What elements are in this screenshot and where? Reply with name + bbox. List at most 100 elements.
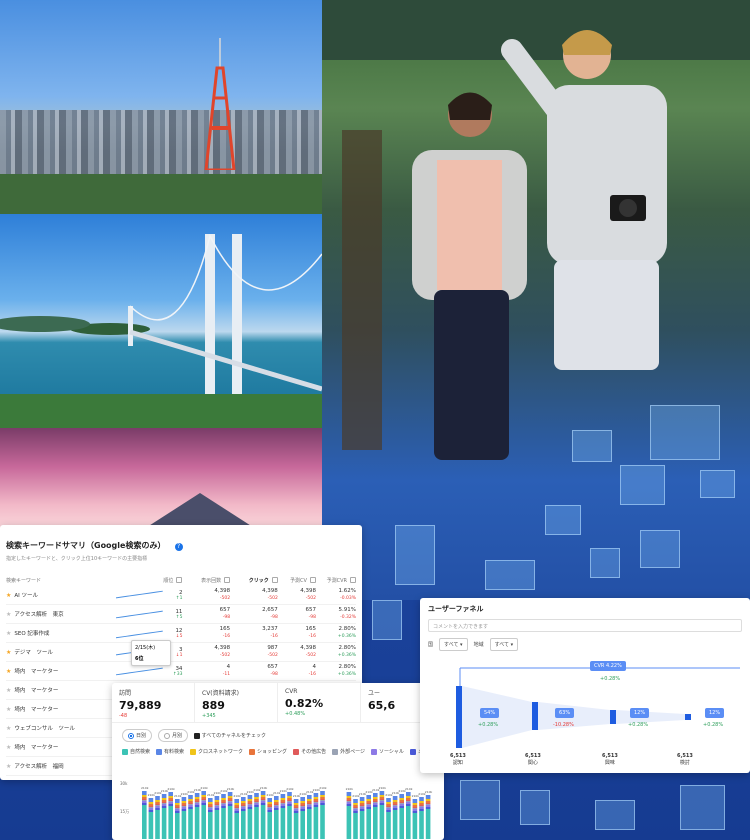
monthly-toggle[interactable]: 月別 [158,729,189,742]
star-icon[interactable]: ★ [6,611,11,618]
metric-card[interactable]: CV(資料請求) 889 +345 [195,683,278,722]
stacked-bar: 210k [240,792,248,839]
col-rank[interactable]: 順位 [149,577,183,584]
keyword-cell: ★ ウェブコンサル ツール [6,724,75,733]
suspension-bridge-photo [0,214,322,428]
stacked-bar: 210k [418,792,426,839]
star-icon[interactable]: ★ [6,725,11,732]
metric-card[interactable]: 訪問 79,889 -48 [112,683,195,722]
stacked-bar: 210k [299,792,307,839]
cvr-cell: 2.80% +0.36% [337,626,356,639]
rank-cell: 2 ↑1 [175,589,183,601]
stacked-bar: 210k [207,793,215,839]
stacked-bar: 210k [266,793,274,839]
keyword-row[interactable]: ★ 埼内 マーケター 34 ↑33 4 -11 657 -98 4 -16 2.80% +0.36% [6,662,356,681]
cvr-cell: 1.62% -0.03% [338,588,356,601]
mosaic-tile [520,790,550,825]
help-icon[interactable]: ? [174,543,183,551]
tower-illustration [204,38,236,170]
keyword-row[interactable]: ★ アクセス解析 東京 11 ↑5 657 -98 2,657 -98 657 -98 5.91% -… [6,605,356,624]
stacked-bar: 210k [392,791,400,839]
impressions-cell: 4,398 -502 [214,645,231,658]
channel-checkbox[interactable]: ショッピング [249,748,287,755]
star-icon[interactable]: ★ [6,706,11,713]
check-all-channels[interactable]: すべてのチャネルをチェック [194,732,266,739]
stacked-bar: 210k [398,789,406,839]
star-icon[interactable]: ★ [6,763,11,770]
cv-cell: 657 -98 [305,607,316,620]
bar-label: 210k [405,787,413,791]
rank-sparkline [115,630,163,639]
daily-toggle[interactable]: 日別 [122,729,153,742]
channel-checkbox[interactable]: クロスネットワーク [190,748,243,755]
star-icon[interactable]: ★ [6,649,11,656]
country-filter-label: 国 [428,642,434,648]
mosaic-tile [460,780,500,820]
col-keyword: 検索キーワード [6,577,42,584]
rank-sparkline [115,667,163,676]
keyword-table-header: 検索キーワード 順位 表示回数 クリック 予測CV 予測CVR [6,574,356,586]
keyword-cell: ★ 埼内 マーケター [6,667,59,676]
col-predicted-cv[interactable]: 予測CV [278,577,316,584]
keyword-row[interactable]: ★ AI ツール 2 ↑1 4,398 -502 4,398 -502 4,398 -502 1.6… [6,586,356,605]
col-impressions[interactable]: 表示回数 [182,577,231,584]
star-icon[interactable]: ★ [6,668,11,675]
tooltip-rank: 6位 [135,656,144,662]
step-rate-badge: 63% [555,708,575,718]
keyword-row[interactable]: ★ SEO 記事作成 12 ↓5 165 -16 3,237 -16 165 -16 2.80% +0… [6,624,356,643]
metrics-panel: 訪問 79,889 -48 CV(資料請求) 889 +345 CVR 0.82% +0.48%… [112,683,444,840]
channel-checkbox[interactable]: 外部ページ [332,748,365,755]
col-clicks[interactable]: クリック [230,577,278,584]
country-select[interactable]: すべて ▾ [439,638,468,651]
cvr-delta: +0.28% [600,676,621,682]
mosaic-tile [545,505,581,535]
rank-sparkline [115,610,163,619]
star-icon[interactable]: ★ [6,744,11,751]
mosaic-tile [595,800,635,830]
channel-checkbox[interactable]: 自然検索 [122,748,150,755]
funnel-stage-label: 6,513 興味 [602,753,618,766]
stacked-bar: 210k [313,788,320,839]
stacked-bar: 210k [425,790,433,839]
col-predicted-cvr[interactable]: 予測CVR [316,577,356,584]
stacked-bar: 210k [365,790,373,839]
rank-cell: 12 ↓5 [175,627,183,639]
comment-input[interactable]: コメントを入力できます [428,619,742,632]
star-icon[interactable]: ★ [6,630,11,637]
star-icon[interactable]: ★ [6,592,11,599]
region-select[interactable]: すべて ▾ [489,638,519,651]
stacked-bar: 210k [247,790,254,839]
metric-cards: 訪問 79,889 -48 CV(資料請求) 889 +345 CVR 0.82% +0.48%… [112,683,444,723]
keyword-row[interactable]: ★ デジマ ツール 3 ↓1 4,398 -502 987 -502 4,398 -502 2.80… [6,643,356,662]
star-icon[interactable]: ★ [6,687,11,694]
bar-label: 210k [425,790,433,794]
cv-cell: 4,398 -502 [300,588,316,601]
stacked-bar: 210k [319,786,327,839]
cvr-badge: CVR 4.22% [590,661,626,671]
keyword-cell: ★ AI ツール [6,591,39,600]
keyword-panel-title: 検索キーワードサマリ（Google検索のみ） [6,541,166,550]
mosaic-tile [640,530,680,568]
stacked-bar: 210k [372,788,380,839]
user-funnel-panel: ユーザーファネル コメントを入力できます 国 すべて ▾ 地域 すべて ▾ CV… [420,598,750,773]
mosaic-tile [395,525,435,585]
step-rate-delta: +0.28% [703,722,724,728]
bar-label: 210k [167,787,175,791]
rank-cell: 34 ↑33 [172,665,183,677]
stacked-bar: 210k [280,789,287,839]
channel-checkbox[interactable]: ソーシャル [370,748,404,755]
channel-bar-chart: 30k15万210k210k 210k 210k 210k210k 210k 210k 21… [120,781,433,839]
mosaic-tile [700,470,735,498]
channel-checkbox[interactable]: 有料検索 [156,748,184,755]
y-axis-mid-label: 15万 [120,809,129,814]
stacked-bar: 210k [154,791,162,839]
metric-card[interactable]: CVR 0.82% +0.48% [278,683,361,722]
funnel-stage-label: 6,513 関心 [525,753,541,766]
channel-checkbox[interactable]: その他広告 [293,748,326,755]
rank-cell: 11 ↑5 [175,608,183,620]
stacked-bar: 210k [273,791,281,839]
tooltip-date: 2/15(木) [135,645,156,651]
clicks-cell: 2,657 -98 [262,607,278,620]
impressions-cell: 4,398 -502 [214,588,231,601]
mosaic-tile [372,600,402,640]
